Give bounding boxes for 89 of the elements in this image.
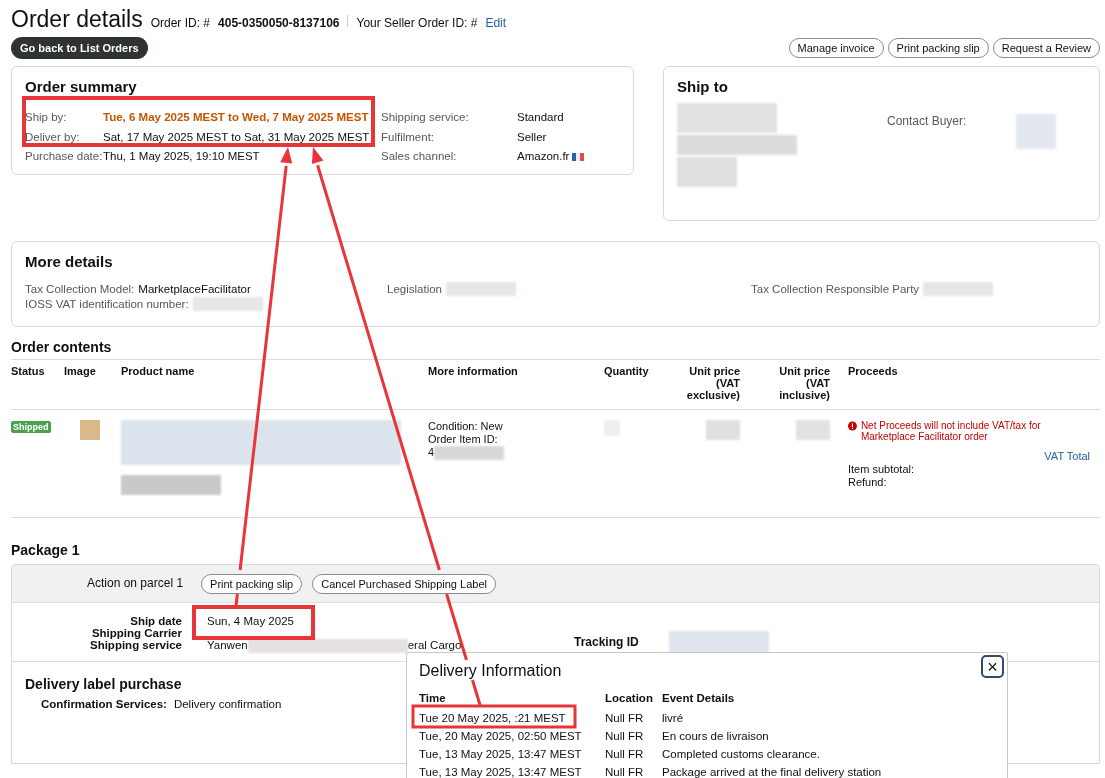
field-label: Sales channel:: [381, 150, 458, 162]
table-cell-text: Null FR: [605, 730, 645, 742]
field-value: eral Cargo: [407, 639, 462, 652]
field-value: Sun, 4 May 2025: [207, 615, 294, 627]
field-label: Confirmation Services:: [41, 698, 167, 710]
action-button[interactable]: Request a Review: [992, 38, 1100, 58]
table-cell-text: Tue, 20 May 2025, 02:50 MEST: [419, 730, 583, 742]
column-header: Product name: [121, 360, 428, 410]
blurred-area: [796, 420, 830, 440]
column-header: Status: [11, 360, 64, 410]
flag-icon: [572, 152, 585, 161]
page-title: Order details: [11, 6, 143, 33]
back-button[interactable]: Go back to List Orders: [11, 37, 148, 59]
field-label: Tax Collection Model:: [25, 282, 135, 295]
field-label: Shipping service:: [381, 111, 470, 123]
column-header: More information: [428, 360, 604, 410]
popup-title: Delivery Information: [419, 662, 562, 680]
field-value: Amazon.fr: [517, 150, 570, 162]
field-value: Seller: [517, 130, 547, 143]
column-header: Image: [64, 360, 121, 410]
contact-label: Contact Buyer:: [887, 114, 967, 130]
table-cell-text: Tue 20 May 2025, :21 MEST: [419, 712, 567, 724]
alert-icon: [848, 420, 857, 432]
subsection-title: Delivery label purchase: [25, 676, 183, 692]
seller-order-id-label: Your Seller Order ID: #: [356, 16, 478, 30]
field-label: Tracking ID: [574, 634, 639, 649]
field-value: Thu, 1 May 2025, 19:10 MEST: [103, 150, 261, 162]
info-text: Condition: New: [428, 420, 504, 432]
table-cell-text: livré: [662, 712, 685, 724]
field-value: Sat, 17 May 2025 MEST to Sat, 31 May 2025 MEST: [103, 130, 371, 143]
field-label: Deliver by:: [25, 130, 81, 143]
table-cell-text: Tue, 13 May 2025, 13:47 MEST: [419, 766, 583, 778]
field-label: Purchase date:: [25, 150, 103, 162]
blurred-area: [192, 296, 263, 311]
action-button[interactable]: Print packing slip: [201, 574, 303, 594]
field-label: Ship date: [129, 615, 182, 627]
table-cell-text: Tue, 13 May 2025, 13:47 MEST: [419, 748, 583, 760]
section-title: Package 1: [11, 542, 81, 558]
blurred-area: [434, 446, 505, 460]
field-value: MarketplaceFacilitator: [138, 282, 251, 295]
action-button[interactable]: Cancel Purchased Shipping Label: [312, 574, 496, 594]
field-value: Tue, 6 May 2025 MEST to Wed, 7 May 2025 MEST: [103, 111, 370, 123]
close-button[interactable]: ×: [981, 655, 1004, 678]
edit-link[interactable]: Edit: [485, 16, 507, 30]
order-id: 405-0350050-8137106: [218, 16, 340, 30]
field-label: Tax Collection Responsible Party: [751, 282, 920, 295]
field-label: Shipping service: [88, 639, 182, 653]
field-label: Ship by:: [25, 111, 68, 123]
blurred-area: [677, 157, 737, 187]
field-label: Fulfilment:: [381, 130, 436, 143]
blurred-area: [446, 281, 516, 296]
blurred-area: [706, 420, 740, 440]
table-cell-text: En cours de livraison: [662, 730, 770, 742]
table-cell-text: Completed customs clearance.: [662, 748, 821, 760]
vat-total-link[interactable]: VAT Total: [848, 450, 1090, 462]
info-text: Order Item ID:: [428, 433, 499, 445]
notice-text: Net Proceeds will not include VAT/tax for Marketplace Facilitator order: [860, 420, 1042, 442]
table-cell-text: Package arrived at the final delivery station: [662, 766, 883, 778]
blurred-area: [923, 281, 994, 296]
field-label: IOSS VAT identification number:: [25, 297, 189, 310]
section-title: Ship to: [677, 78, 729, 95]
action-button[interactable]: Print packing slip: [887, 38, 989, 58]
field-label: Legislation: [387, 282, 442, 295]
blurred-area: [1016, 114, 1057, 149]
field-label: Shipping Carrier: [90, 627, 182, 639]
section-title: Order contents: [11, 339, 1100, 360]
column-header: Quantity: [604, 360, 680, 410]
table-cell-text: Null FR: [605, 766, 645, 778]
column-header: Event Details: [662, 692, 736, 704]
column-header: Proceeds: [848, 360, 1100, 410]
action-label: Action on parcel 1: [87, 576, 184, 592]
table-cell-text: Null FR: [605, 748, 645, 760]
column-header: Unit price (VAT inclusive): [770, 360, 830, 410]
column-header: Time: [419, 692, 447, 704]
column-header: Unit price (VAT exclusive): [680, 360, 740, 410]
field-value: Yanwen: [207, 639, 248, 652]
field-value: Delivery confirmation: [173, 698, 282, 710]
section-title: More details: [25, 253, 114, 270]
table-cell-text: Null FR: [605, 712, 645, 724]
total-label: Item subtotal:: [848, 463, 916, 475]
column-header: Location: [605, 692, 654, 704]
status-badge: Shipped: [11, 421, 51, 433]
order-id-label: Order ID: #: [150, 16, 211, 30]
action-button[interactable]: Manage invoice: [788, 38, 884, 58]
total-label: Refund:: [848, 476, 888, 488]
info-text: 4: [428, 446, 435, 460]
field-value: Standard: [517, 111, 564, 123]
section-title: Order summary: [25, 78, 138, 95]
product-thumbnail: [80, 420, 100, 440]
